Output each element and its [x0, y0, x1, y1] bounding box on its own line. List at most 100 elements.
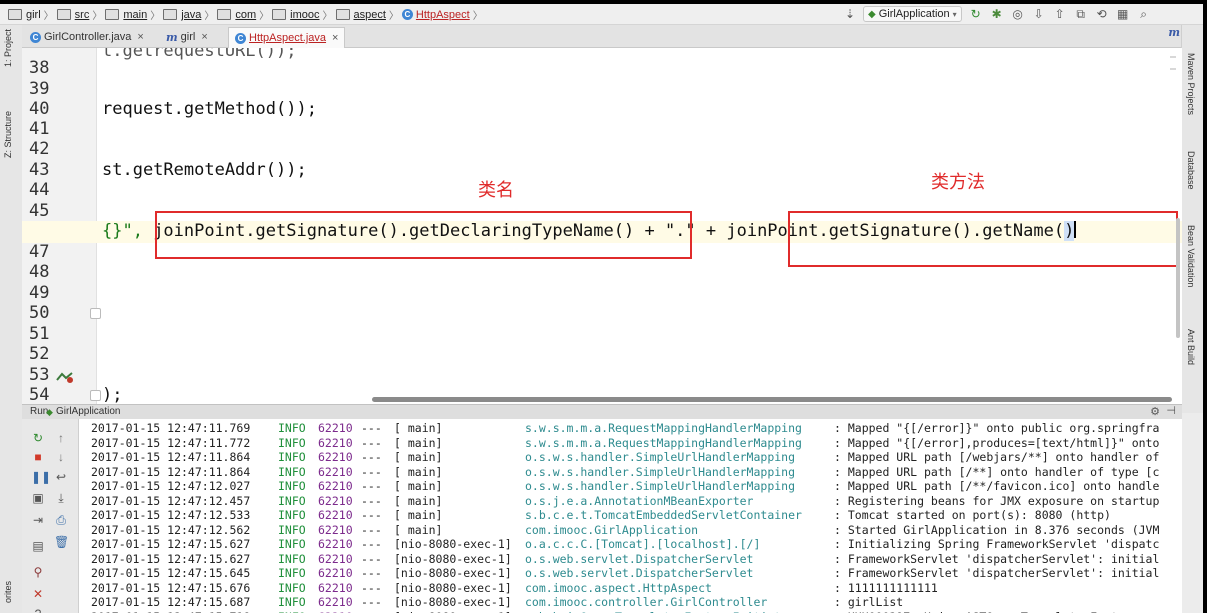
- line-number: 51: [29, 324, 50, 344]
- log-ts: 2017-01-15 12:47:11.772: [91, 435, 251, 450]
- ant-build-tool-button[interactable]: Ant Build: [1186, 329, 1196, 365]
- gear-icon[interactable]: ⚙: [1150, 405, 1160, 418]
- breadcrumb-item-java[interactable]: java 〉: [163, 7, 214, 22]
- log-pid: 62210: [318, 450, 353, 464]
- close-icon[interactable]: ✕: [31, 587, 45, 601]
- callout-box-class-name: [155, 211, 692, 259]
- log-thread: [nio-8080-exec-1]: [394, 537, 512, 551]
- revert-icon[interactable]: ⟲: [1095, 7, 1109, 21]
- fold-marker-icon[interactable]: [90, 308, 101, 319]
- help-icon[interactable]: ?: [31, 607, 45, 613]
- tab-httpaspect[interactable]: C HttpAspect.java ×: [228, 27, 346, 48]
- horizontal-scrollbar[interactable]: [372, 397, 1172, 402]
- login-icon[interactable]: ⇥: [31, 513, 45, 527]
- down-arrow-icon[interactable]: ↓: [54, 450, 68, 464]
- maven-projects-tool-button[interactable]: Maven Projects: [1186, 53, 1196, 115]
- log-thread: [nio-8080-exec-1]: [394, 580, 512, 595]
- log-thread: [ main]: [394, 464, 443, 479]
- code-editor[interactable]: 38 39 40 41 42 43 44 45 46 47 48 49 50 5…: [22, 48, 1182, 404]
- run-tab-girlapplication[interactable]: GirlApplication: [56, 406, 120, 417]
- log-cls: o.s.j.e.a.AnnotationMBeanExporter: [525, 493, 754, 508]
- build-arrow-icon[interactable]: ⇣: [843, 7, 857, 21]
- line-number: 48: [29, 262, 50, 282]
- run-configuration-select[interactable]: ◆ GirlApplication ▾: [863, 6, 962, 22]
- log-sep: ---: [361, 479, 382, 493]
- log-sep: ---: [361, 610, 382, 613]
- vcs-commit-icon[interactable]: ⇧: [1053, 7, 1067, 21]
- tab-girl-pom[interactable]: m girl ×: [160, 27, 214, 47]
- log-row: 2017-01-15 12:47:12.457 INFO 62210 --- [ mai…: [91, 494, 1182, 508]
- project-structure-icon[interactable]: ▦: [1116, 7, 1130, 21]
- favorites-tool-button[interactable]: orites: [3, 581, 13, 603]
- breadcrumb-item-aspect[interactable]: aspect 〉: [335, 7, 399, 22]
- vertical-scrollbar[interactable]: [1176, 218, 1180, 338]
- advice-gutter-icon[interactable]: [56, 371, 74, 383]
- log-msg: : girlList: [834, 595, 904, 609]
- bean-validation-tool-button[interactable]: Bean Validation: [1186, 225, 1196, 287]
- scroll-marker: [1170, 56, 1176, 58]
- callout-box-class-method: [788, 211, 1178, 267]
- log-level: INFO: [278, 479, 306, 493]
- log-sep: ---: [361, 551, 382, 566]
- log-pid: 62210: [318, 508, 353, 522]
- chevron-right-icon: 〉: [472, 11, 483, 22]
- chevron-right-icon: 〉: [150, 11, 161, 22]
- code-line-54: );: [102, 385, 123, 404]
- pin-icon[interactable]: ⚲: [31, 565, 45, 579]
- console-output[interactable]: 2017-01-15 12:47:11.769 INFO 62210 --- [ mai…: [79, 419, 1182, 613]
- stop-icon[interactable]: ■: [31, 450, 45, 464]
- close-icon[interactable]: ×: [332, 32, 338, 44]
- log-sep: ---: [361, 595, 382, 609]
- chevron-down-icon: ▾: [952, 9, 957, 19]
- close-icon[interactable]: ×: [137, 31, 143, 43]
- debug-icon[interactable]: ✱: [990, 7, 1004, 21]
- hide-panel-icon[interactable]: ⊣: [1166, 404, 1176, 417]
- up-arrow-icon[interactable]: ↑: [54, 431, 68, 445]
- project-tool-button[interactable]: 1: Project: [3, 29, 13, 67]
- log-ts: 2017-01-15 12:47:15.627: [91, 537, 251, 551]
- delete-icon[interactable]: 🗑: [54, 535, 69, 549]
- search-icon[interactable]: ⌕: [1137, 7, 1151, 21]
- log-pid: 62210: [318, 537, 353, 551]
- log-sep: ---: [361, 580, 382, 595]
- breadcrumb-item-girl[interactable]: girl 〉: [8, 7, 54, 22]
- breadcrumb-item-file[interactable]: C HttpAspect 〉: [401, 7, 483, 22]
- coverage-icon[interactable]: ◎: [1011, 7, 1025, 21]
- folder-icon: [8, 9, 22, 20]
- log-cls: com.imooc.GirlApplication: [525, 522, 699, 537]
- scroll-to-end-icon[interactable]: ⤓: [54, 491, 68, 505]
- close-icon[interactable]: ×: [201, 31, 207, 43]
- log-level: INFO: [278, 450, 306, 464]
- log-thread: [ main]: [394, 508, 443, 522]
- fold-marker-icon[interactable]: [90, 390, 101, 401]
- breadcrumb-item-imooc[interactable]: imooc 〉: [272, 7, 333, 22]
- log-thread: [nio-8080-exec-1]: [394, 566, 512, 580]
- breadcrumb-item-com[interactable]: com 〉: [217, 7, 269, 22]
- layout-icon[interactable]: ▤: [31, 539, 45, 553]
- structure-tool-button[interactable]: Z: Structure: [3, 111, 13, 158]
- folder-icon: [272, 9, 287, 20]
- breadcrumb-item-main[interactable]: main 〉: [105, 7, 160, 22]
- log-level: INFO: [278, 566, 306, 580]
- log-sep: ---: [361, 537, 382, 551]
- breadcrumb-item-src[interactable]: src 〉: [56, 7, 102, 22]
- log-thread: [nio-8080-exec-1]: [394, 610, 512, 613]
- log-cls: o.s.w.s.handler.SimpleUrlHandlerMapping: [525, 450, 796, 464]
- soft-wrap-icon[interactable]: ↩: [54, 470, 68, 484]
- chevron-right-icon: 〉: [43, 11, 54, 22]
- print-icon[interactable]: ⎙: [54, 513, 68, 527]
- log-pid: 62210: [318, 610, 353, 613]
- maven-m-icon: m: [1168, 26, 1180, 39]
- database-tool-button[interactable]: Database: [1186, 151, 1196, 190]
- log-sep: ---: [361, 522, 382, 537]
- pause-icon[interactable]: ❚❚: [31, 470, 51, 484]
- rerun-icon[interactable]: ↻: [969, 7, 983, 21]
- vcs-compare-icon[interactable]: ⧉: [1074, 7, 1088, 21]
- vcs-update-icon[interactable]: ⇩: [1032, 7, 1046, 21]
- log-ts: 2017-01-15 12:47:15.645: [91, 566, 251, 580]
- rerun-icon[interactable]: ↻: [31, 431, 45, 445]
- tab-girlcontroller[interactable]: C GirlController.java ×: [24, 27, 150, 47]
- annotation-class-name: 类名: [478, 180, 514, 201]
- camera-icon[interactable]: ▣: [31, 491, 45, 505]
- log-row: 2017-01-15 12:47:15.687 INFO 62210 --- [nio-…: [91, 595, 1182, 609]
